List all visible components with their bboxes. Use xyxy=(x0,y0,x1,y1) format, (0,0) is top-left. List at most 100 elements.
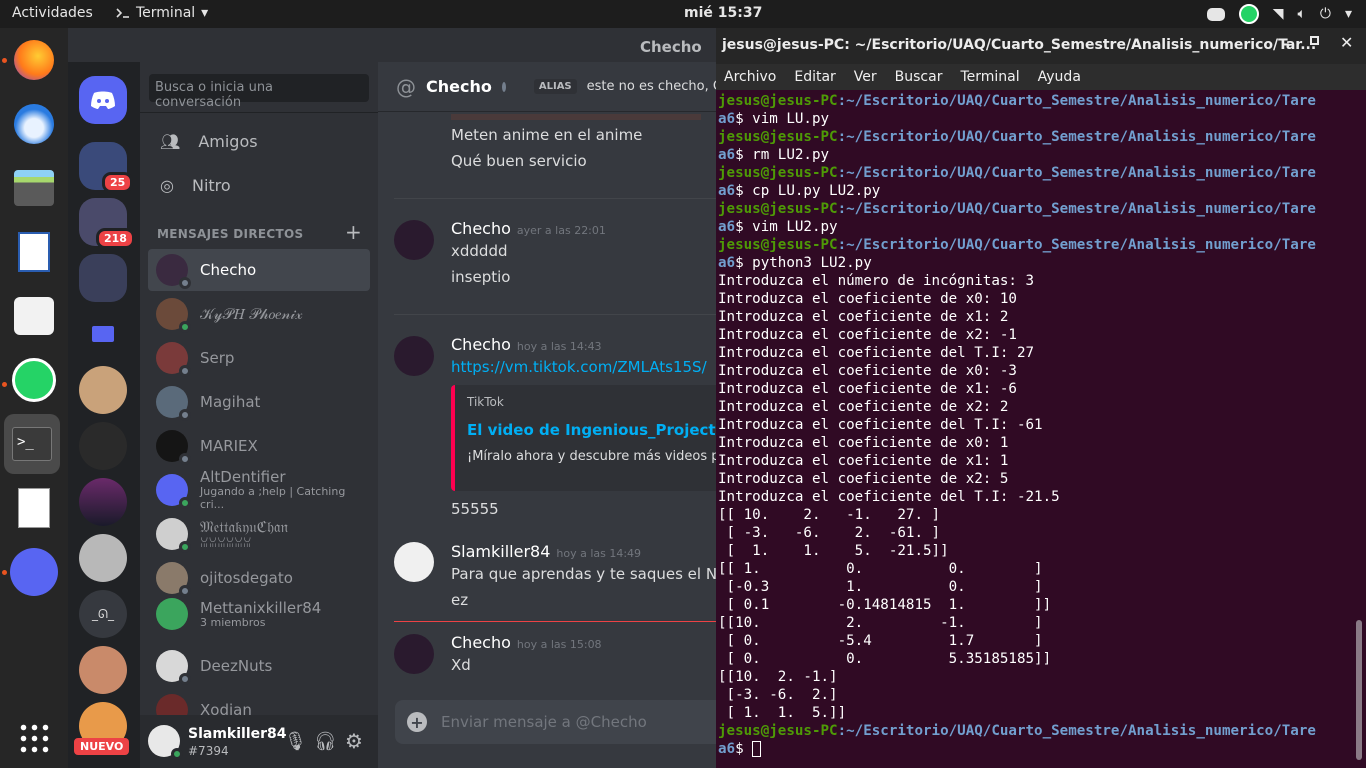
document-viewer-icon[interactable] xyxy=(8,482,60,534)
avatar[interactable] xyxy=(394,336,434,376)
server-icon[interactable] xyxy=(79,366,127,414)
activities-button[interactable]: Actividades xyxy=(12,5,93,21)
message-author[interactable]: Checho hoy a las 15:08 xyxy=(451,633,602,652)
prompt-path: :~/Escritorio/UAQ/Cuarto_Semestre/Analis… xyxy=(837,165,1316,181)
wifi-icon[interactable]: ◥ xyxy=(1273,6,1284,22)
menu-item[interactable]: Archivo xyxy=(724,69,776,85)
prompt-path: :~/Escritorio/UAQ/Cuarto_Semestre/Analis… xyxy=(837,723,1316,739)
dm-name: Magihat xyxy=(200,393,261,411)
dm-item[interactable]: 𝒦𝓎𝒫𝐻 𝒫𝒽𝑜𝑒𝓃𝒾𝓍 xyxy=(148,293,370,335)
gear-icon[interactable]: ⚙ xyxy=(345,729,363,753)
firefox-icon[interactable] xyxy=(8,34,60,86)
prompt-user: jesus@jesus-PC xyxy=(718,723,838,739)
power-icon[interactable]: ⏻ xyxy=(1320,6,1331,22)
files-icon[interactable] xyxy=(8,162,60,214)
status-icon xyxy=(179,277,191,289)
output-line: [ 0. -5.4 1.7 ] xyxy=(718,633,1043,649)
avatar[interactable] xyxy=(394,220,434,260)
dm-item[interactable]: DeezNuts xyxy=(148,645,370,687)
dm-item[interactable]: Checho xyxy=(148,249,370,291)
message-author[interactable]: Checho ayer a las 22:01 xyxy=(451,219,606,238)
message-author[interactable]: Checho hoy a las 14:43 xyxy=(451,335,602,354)
dm-item[interactable]: MARIEX xyxy=(148,425,370,467)
minimize-icon[interactable]: – xyxy=(1282,34,1290,53)
avatar[interactable] xyxy=(148,725,183,760)
chevron-down-icon[interactable]: ▾ xyxy=(1345,6,1352,22)
menu-item[interactable]: Terminal xyxy=(960,69,1019,85)
output-line: [[ 1. 0. 0. ] xyxy=(718,561,1043,577)
output-line: Introduzca el coeficiente del T.I: -21.5 xyxy=(718,489,1060,505)
thunderbird-icon[interactable] xyxy=(8,98,60,150)
status-icon xyxy=(179,497,191,509)
message-author[interactable]: Slamkiller84 hoy a las 14:49 xyxy=(451,542,641,561)
message-input[interactable]: + Enviar mensaje a @Checho xyxy=(395,700,716,744)
server-icon[interactable] xyxy=(79,478,127,526)
dock: >_ xyxy=(0,28,68,768)
prompt-user: jesus@jesus-PC xyxy=(718,201,838,217)
embed-title[interactable]: El video de Ingenious_Project en TikT xyxy=(467,421,716,439)
running-indicator xyxy=(2,570,7,575)
terminal-titlebar[interactable]: jesus@jesus-PC: ~/Escritorio/UAQ/Cuarto_… xyxy=(716,28,1366,64)
nitro-nav[interactable]: ◎ Nitro xyxy=(148,164,370,206)
image-attachment[interactable] xyxy=(451,114,701,120)
dm-item[interactable]: AltDentifier Jugando a ;help | Catching c… xyxy=(148,469,370,511)
server-icon[interactable] xyxy=(79,422,127,470)
discord-app-icon[interactable] xyxy=(8,546,60,598)
show-apps-icon[interactable] xyxy=(8,712,60,764)
output-line: [[10. 2. -1. ] xyxy=(718,615,1043,631)
command-text: $ rm LU2.py xyxy=(735,147,830,163)
username: Slamkiller84 xyxy=(188,726,287,742)
headphones-icon[interactable]: 🎧︎ xyxy=(314,731,337,752)
status-icon xyxy=(179,409,191,421)
clock[interactable]: mié 15:37 xyxy=(684,5,762,21)
dm-item[interactable]: 𝔐𝔢𝔱𝔱𝔞𝔨𝔶𝔲ℭ𝔥𝔞𝔫 ꈍꈍꈍꈍꈍꈍ xyxy=(148,513,370,555)
close-icon[interactable]: ✕ xyxy=(1340,33,1353,52)
dm-item[interactable]: Mettanixkiller84 3 miembros xyxy=(148,593,370,635)
friends-nav[interactable]: 👥︎ Amigos xyxy=(148,120,370,162)
friends-label: Amigos xyxy=(198,131,258,151)
server-icon[interactable] xyxy=(79,534,127,582)
maximize-icon[interactable] xyxy=(1310,36,1319,45)
server-folder[interactable] xyxy=(79,254,127,302)
server-icon[interactable] xyxy=(79,646,127,694)
output-line: [ 0. 0. 5.35185185]] xyxy=(718,651,1052,667)
dm-name: Checho xyxy=(200,261,257,279)
add-attachment-icon[interactable]: + xyxy=(407,712,427,732)
avatar xyxy=(156,298,191,333)
output-line: [-3. -6. 2.] xyxy=(718,687,838,703)
server-icon[interactable]: _ᘏ_ xyxy=(79,590,127,638)
folder-icon[interactable] xyxy=(79,310,127,358)
software-icon[interactable] xyxy=(8,290,60,342)
microphone-icon[interactable]: 🎙︎ xyxy=(284,731,307,752)
output-line: [-0.3 1. 0. ] xyxy=(718,579,1043,595)
terminal-content[interactable]: jesus@jesus-PC:~/Escritorio/UAQ/Cuarto_S… xyxy=(716,90,1366,768)
discord-tray-icon[interactable] xyxy=(1206,7,1225,21)
scrollbar[interactable] xyxy=(1356,620,1362,760)
dm-item[interactable]: Serp xyxy=(148,337,370,379)
prompt-user: jesus@jesus-PC xyxy=(718,129,838,145)
menu-item[interactable]: Buscar xyxy=(895,69,943,85)
message-link[interactable]: https://vm.tiktok.com/ZMLAts15S/ xyxy=(451,358,707,376)
avatar[interactable] xyxy=(394,542,434,582)
discord-home-icon[interactable] xyxy=(79,76,127,124)
prompt-path: :~/Escritorio/UAQ/Cuarto_Semestre/Analis… xyxy=(837,201,1316,217)
avatar[interactable] xyxy=(394,634,434,674)
writer-icon[interactable] xyxy=(8,226,60,278)
menu-item[interactable]: Ayuda xyxy=(1038,69,1081,85)
menu-item[interactable]: Ver xyxy=(854,69,877,85)
embed-description: ¡Míralo ahora y descubre más videos popu… xyxy=(467,449,716,464)
new-messages-divider xyxy=(394,621,716,622)
dm-item[interactable]: Magihat xyxy=(148,381,370,423)
terminal-app-icon[interactable]: >_ xyxy=(4,414,60,474)
prompt-user: jesus@jesus-PC xyxy=(718,237,838,253)
create-dm-icon[interactable]: + xyxy=(345,220,362,244)
app-menu[interactable]: Terminal ▾ xyxy=(116,5,208,21)
running-indicator xyxy=(2,58,7,63)
whatsapp-icon[interactable] xyxy=(8,354,60,406)
whatsapp-tray-icon[interactable] xyxy=(1238,4,1259,24)
volume-icon[interactable]: 🔈︎ xyxy=(1297,6,1305,22)
status-icon xyxy=(179,541,191,553)
search-input[interactable]: Busca o inicia una conversación xyxy=(149,74,369,110)
menu-item[interactable]: Editar xyxy=(794,69,835,85)
mention-badge: 25 xyxy=(102,172,134,193)
